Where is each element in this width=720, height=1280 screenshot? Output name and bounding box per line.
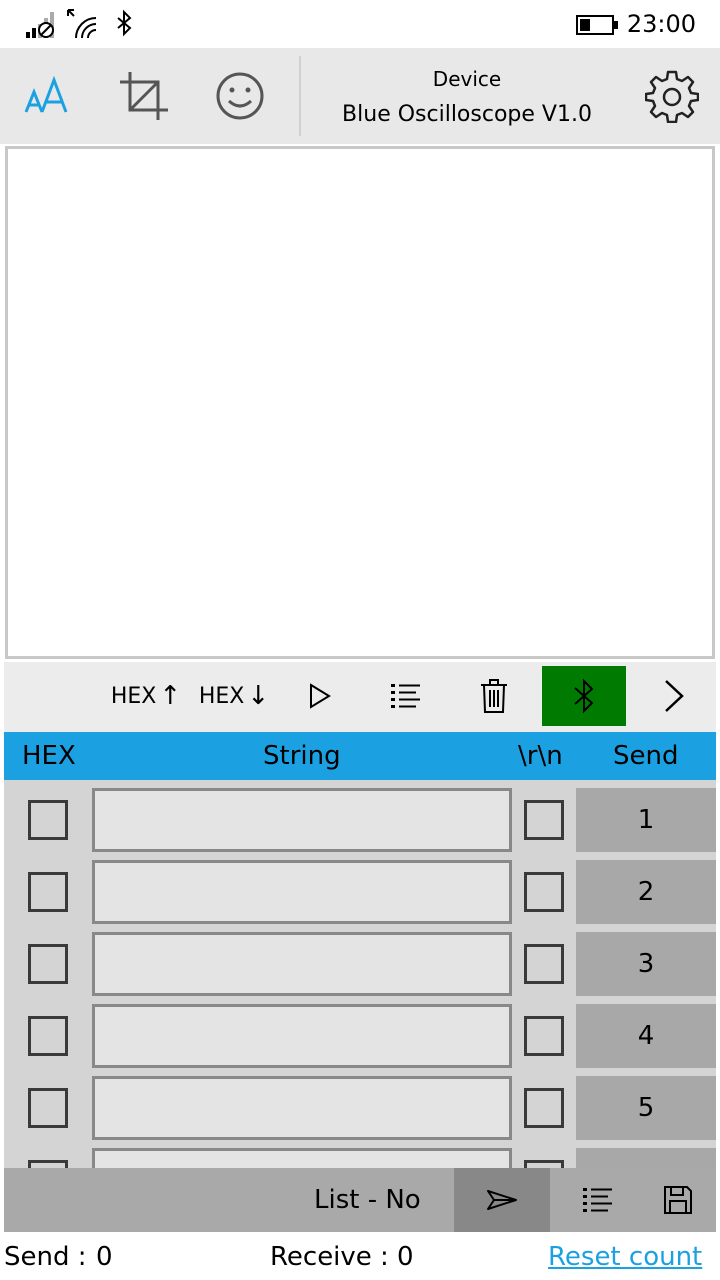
- column-header-hex: HEX: [22, 741, 76, 771]
- device-name[interactable]: Blue Oscilloscope V1.0: [302, 100, 632, 130]
- clear-button[interactable]: [472, 666, 516, 726]
- send-arrow-icon: [487, 1190, 517, 1210]
- clock: 23:00: [626, 10, 696, 38]
- crlf-checkbox[interactable]: [524, 800, 564, 840]
- send-row: 1: [4, 780, 716, 852]
- play-icon: [310, 683, 331, 709]
- save-button[interactable]: [650, 1168, 706, 1232]
- crop-icon: [120, 72, 168, 120]
- send-row: [4, 1140, 716, 1168]
- count-bar: Send : 0 Receive : 0 Reset count: [0, 1232, 720, 1280]
- hex-send-button[interactable]: HEX ↓: [196, 666, 272, 726]
- send-row: 2: [4, 852, 716, 924]
- app-toolbar: Device Blue Oscilloscope V1.0: [0, 48, 720, 144]
- send-button[interactable]: 1: [576, 788, 716, 852]
- send-count-value: 0: [96, 1242, 113, 1272]
- receive-toolbar: HEX ↑ HEX ↓: [4, 662, 716, 732]
- send-row: 4: [4, 996, 716, 1068]
- settings-button[interactable]: [642, 66, 702, 126]
- bluetooth-icon: [117, 9, 132, 37]
- hex-receive-button[interactable]: HEX ↑: [108, 666, 184, 726]
- send-table-header: HEX String \r\n Send: [4, 732, 716, 780]
- send-button[interactable]: 2: [576, 860, 716, 924]
- hex-send-label: HEX: [198, 683, 245, 709]
- toolbar-divider: [299, 56, 301, 136]
- emoji-icon: [216, 72, 264, 120]
- string-input[interactable]: [92, 1076, 512, 1140]
- send-button[interactable]: 5: [576, 1076, 716, 1140]
- send-row: 3: [4, 924, 716, 996]
- bluetooth-button[interactable]: [542, 666, 626, 726]
- receive-text-area[interactable]: [5, 146, 715, 659]
- send-button[interactable]: 4: [576, 1004, 716, 1068]
- hex-checkbox[interactable]: [28, 1016, 68, 1056]
- string-input[interactable]: [92, 788, 512, 852]
- bottom-toolbar: List - No: [4, 1168, 716, 1232]
- font-size-icon: [24, 75, 68, 113]
- send-button[interactable]: [576, 1148, 716, 1168]
- crlf-checkbox[interactable]: [524, 1160, 564, 1168]
- settings-gear-icon: [645, 70, 699, 123]
- crlf-checkbox[interactable]: [524, 1016, 564, 1056]
- send-button[interactable]: 3: [576, 932, 716, 996]
- receive-count-value: 0: [397, 1242, 414, 1272]
- crlf-checkbox[interactable]: [524, 1088, 564, 1128]
- trash-icon: [481, 679, 507, 713]
- status-bar: 23:00: [0, 0, 720, 48]
- receive-count-label: Receive :: [270, 1242, 389, 1272]
- save-icon: [664, 1186, 692, 1214]
- data-arrows-icon: [67, 9, 97, 39]
- list-icon: [583, 1188, 612, 1212]
- device-caption: Device: [432, 67, 502, 91]
- column-header-send: Send: [613, 741, 679, 771]
- column-header-crlf: \r\n: [518, 741, 563, 771]
- battery-icon: [576, 15, 618, 35]
- send-list-button[interactable]: [454, 1168, 550, 1232]
- hex-receive-label: HEX: [110, 683, 157, 709]
- string-input[interactable]: [92, 1148, 512, 1168]
- arrow-up-icon: ↑: [159, 681, 182, 711]
- send-row: 5: [4, 1068, 716, 1140]
- column-header-string: String: [263, 741, 341, 771]
- list-button[interactable]: [384, 666, 428, 726]
- hex-checkbox[interactable]: [28, 872, 68, 912]
- list-icon: [391, 684, 420, 708]
- arrow-down-icon: ↓: [247, 681, 270, 711]
- hex-checkbox[interactable]: [28, 1160, 68, 1168]
- bluetooth-icon: [574, 678, 594, 714]
- string-input[interactable]: [92, 860, 512, 924]
- next-button[interactable]: [656, 666, 692, 726]
- font-size-button[interactable]: [18, 66, 78, 126]
- crlf-checkbox[interactable]: [524, 944, 564, 984]
- list-status-label: List - No: [314, 1185, 421, 1215]
- chevron-right-icon: [665, 680, 684, 712]
- string-input[interactable]: [92, 932, 512, 996]
- crlf-checkbox[interactable]: [524, 872, 564, 912]
- emoji-button[interactable]: [210, 66, 270, 126]
- play-button[interactable]: [300, 666, 340, 726]
- reset-count-link[interactable]: Reset count: [548, 1240, 702, 1274]
- send-rows-list[interactable]: 1 2 3 4 5: [4, 780, 716, 1168]
- hex-checkbox[interactable]: [28, 1088, 68, 1128]
- send-count-label: Send :: [4, 1242, 87, 1272]
- hex-checkbox[interactable]: [28, 944, 68, 984]
- list-button[interactable]: [570, 1168, 626, 1232]
- crop-button[interactable]: [114, 66, 174, 126]
- hex-checkbox[interactable]: [28, 800, 68, 840]
- signal-off-icon: [26, 12, 54, 38]
- string-input[interactable]: [92, 1004, 512, 1068]
